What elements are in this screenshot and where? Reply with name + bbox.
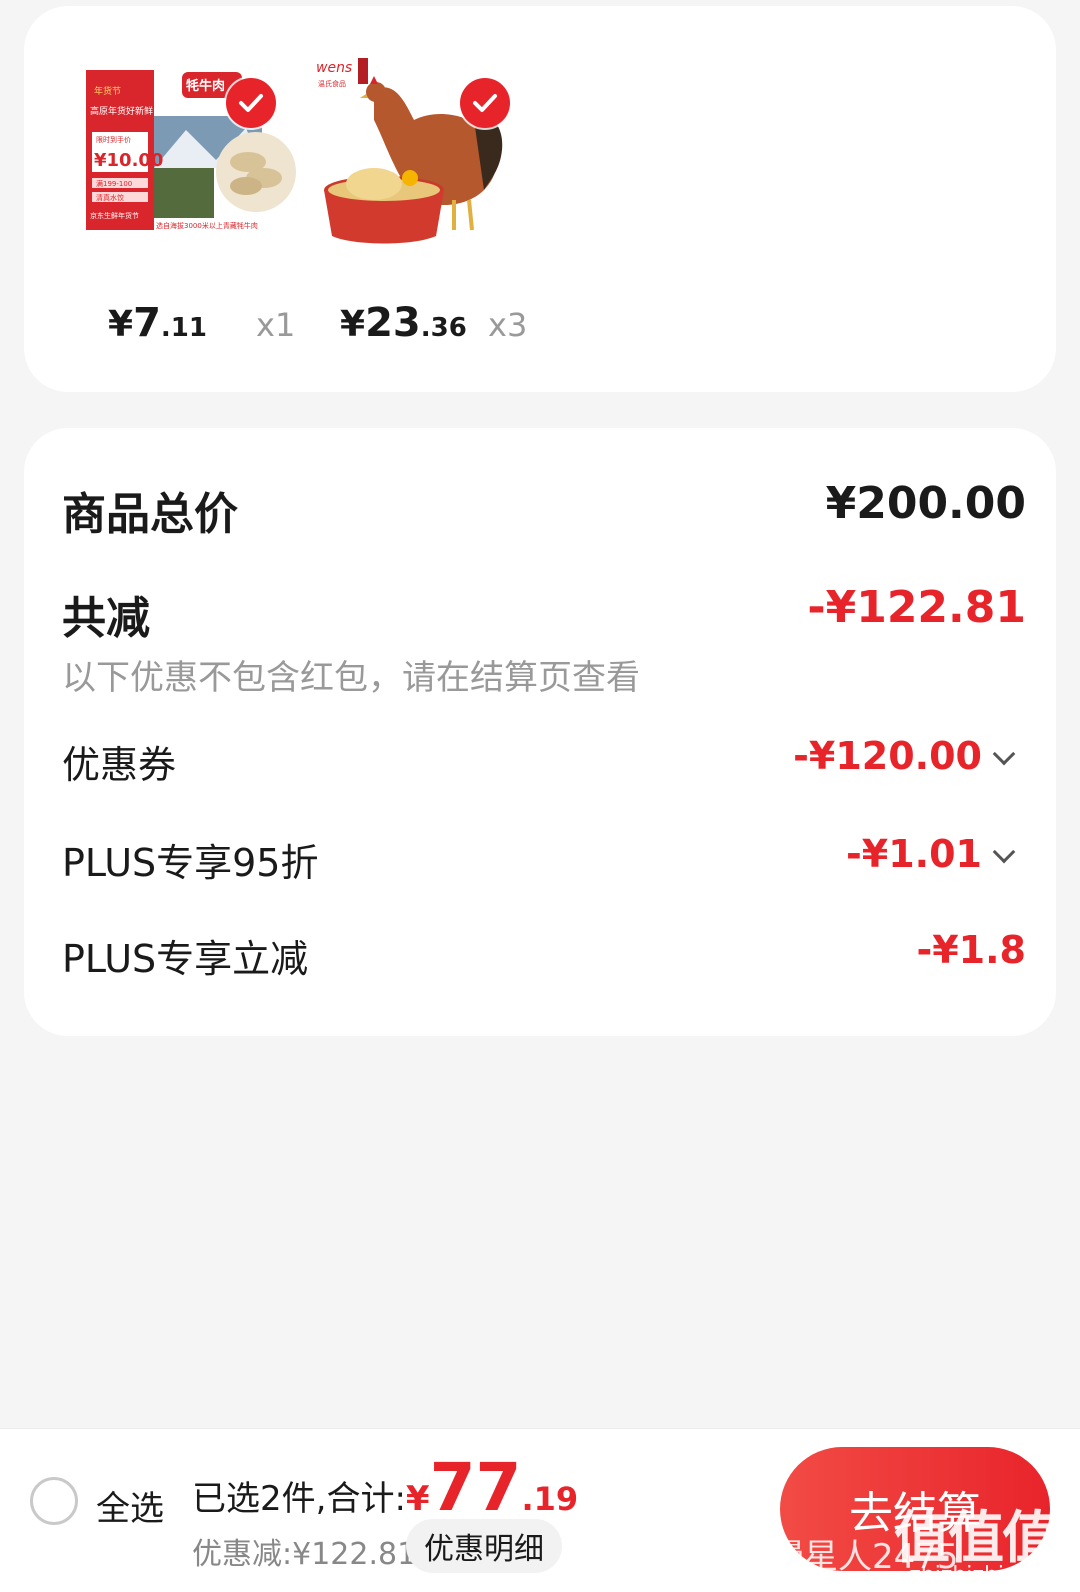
promo-text: 高原年货好新鲜 <box>90 105 153 117</box>
total-currency: ¥ <box>405 1479 430 1519</box>
plus-reduction-value: -¥1.8 <box>916 928 1026 972</box>
total-reduction-value: -¥122.81 <box>807 582 1026 633</box>
product-quantity: x3 <box>488 306 528 344</box>
brand-sub-text: 温氏食品 <box>318 79 346 88</box>
image-caption-text: 选自海拔3000米以上青藏牦牛肉 <box>156 221 258 230</box>
price-integer: 23 <box>365 300 421 346</box>
checked-icon[interactable] <box>226 78 276 128</box>
total-integer: 77 <box>429 1449 522 1526</box>
brand-text: wens <box>316 60 352 76</box>
badge-text: 年货节 <box>94 85 121 97</box>
discount-note: 以下优惠不包含红包，请在结算页查看 <box>62 658 640 698</box>
image-coupon-text: 满199-100 <box>96 179 132 188</box>
plus-reduction-label: PLUS专享立减 <box>62 937 309 981</box>
yak-dumpling-image: 年货节 牦牛肉 高原年货好新鲜 限时到手价 ¥10.00 满199-100 清真… <box>86 70 296 230</box>
selected-total: 已选2件,合计: ¥ 77 .19 <box>192 1449 578 1526</box>
price-decimal: .11 <box>160 313 207 343</box>
total-price-label: 商品总价 <box>62 489 238 540</box>
coupon-label: 优惠券 <box>62 743 177 787</box>
chevron-down-icon[interactable] <box>992 840 1016 864</box>
image-coupon-text: 清真水饺 <box>96 193 124 202</box>
price-decimal: .36 <box>420 313 467 343</box>
total-price-value: ¥200.00 <box>825 478 1026 529</box>
price-currency: ¥ <box>340 304 366 345</box>
discount-detail-button[interactable]: 优惠明细 <box>406 1519 562 1573</box>
price-summary-card: 商品总价 ¥200.00 共减 -¥122.81 以下优惠不包含红包，请在结算页… <box>24 428 1056 1036</box>
plus-discount-label: PLUS专享95折 <box>62 841 319 885</box>
discount-summary: 优惠减:¥122.81 <box>192 1537 417 1572</box>
chevron-down-icon[interactable] <box>992 742 1016 766</box>
image-price-text: ¥10.00 <box>94 150 163 171</box>
select-all-label[interactable]: 全选 <box>96 1481 164 1530</box>
price-currency: ¥ <box>108 304 134 345</box>
image-title-text: 牦牛肉 <box>186 78 225 94</box>
checked-icon[interactable] <box>460 78 510 128</box>
product-price: ¥ 23 .36 <box>340 300 467 346</box>
product-image[interactable]: 年货节 牦牛肉 高原年货好新鲜 限时到手价 ¥10.00 满199-100 清真… <box>86 50 296 250</box>
total-decimal: .19 <box>521 1480 579 1518</box>
price-integer: 7 <box>133 300 161 346</box>
coupon-value[interactable]: -¥120.00 <box>793 734 982 778</box>
select-all-radio[interactable] <box>30 1477 78 1525</box>
product-quantity: x1 <box>256 306 296 344</box>
selected-count-text: 已选2件,合计: <box>192 1479 406 1519</box>
products-card: 年货节 牦牛肉 高原年货好新鲜 限时到手价 ¥10.00 满199-100 清真… <box>24 6 1056 392</box>
image-footer-text: 京东生鲜年货节 <box>90 211 139 220</box>
product-price: ¥ 7 .11 <box>108 300 207 346</box>
checkout-bar: 全选 已选2件,合计: ¥ 77 .19 优惠减:¥122.81 优惠明细 去结… <box>0 1428 1080 1592</box>
plus-discount-value[interactable]: -¥1.01 <box>846 832 982 876</box>
total-reduction-label: 共减 <box>62 593 150 644</box>
checkout-button[interactable]: 去结算 <box>780 1447 1050 1571</box>
image-label-text: 限时到手价 <box>96 135 131 144</box>
